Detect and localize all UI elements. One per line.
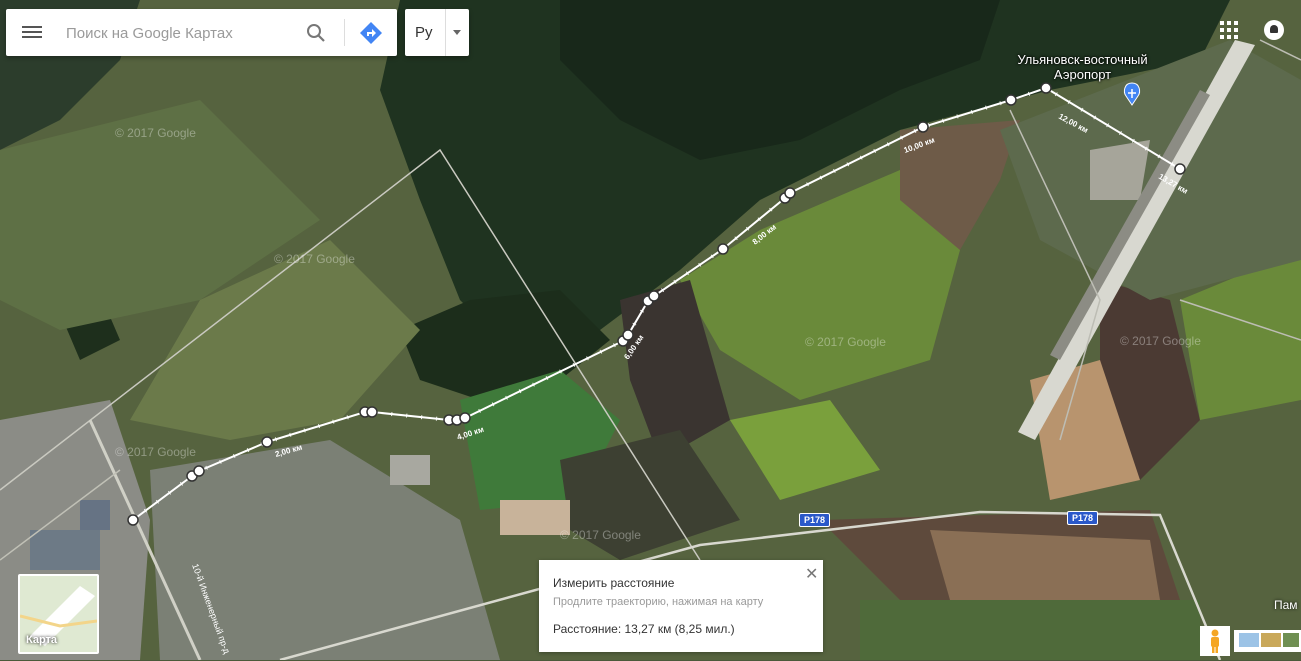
search-box xyxy=(6,9,397,56)
apps-grid-icon[interactable] xyxy=(1220,21,1238,39)
measure-hint: Продлите траекторию, нажимая на карту xyxy=(553,596,764,608)
airport-label[interactable]: Ульяновск-восточный Аэропорт xyxy=(1000,52,1165,82)
map-type-toggle[interactable]: Карта xyxy=(18,574,99,654)
watermark: © 2017 Google xyxy=(805,335,886,349)
street-view-pegman-icon[interactable] xyxy=(1200,626,1230,656)
airport-type: Аэропорт xyxy=(1053,67,1112,82)
imagery-thumb-icon[interactable] xyxy=(1239,633,1259,647)
watermark: © 2017 Google xyxy=(115,445,196,459)
road-badge: P178 xyxy=(799,513,831,527)
imagery-thumb-icon[interactable] xyxy=(1283,633,1299,647)
airport-name: Ульяновск-восточный xyxy=(1017,52,1148,67)
separator xyxy=(445,9,446,56)
directions-icon[interactable] xyxy=(359,21,383,45)
imagery-layers-strip[interactable] xyxy=(1234,630,1301,652)
close-icon[interactable]: ✕ xyxy=(805,564,818,584)
road-badge: P178 xyxy=(1067,511,1099,525)
language-label: Ру xyxy=(415,24,433,41)
imagery-thumb-icon[interactable] xyxy=(1261,633,1281,647)
separator xyxy=(344,19,345,46)
measure-distance-card: Измерить расстояние Продлите траекторию,… xyxy=(539,560,823,652)
menu-icon[interactable] xyxy=(22,23,42,41)
watermark: © 2017 Google xyxy=(115,126,196,140)
language-selector[interactable]: Ру xyxy=(405,9,469,56)
notifications-icon[interactable] xyxy=(1264,20,1284,40)
measure-title: Измерить расстояние xyxy=(553,576,675,590)
watermark: © 2017 Google xyxy=(1120,334,1201,348)
place-label: Пам xyxy=(1274,598,1298,612)
map-type-label: Карта xyxy=(26,634,58,646)
search-icon[interactable] xyxy=(304,21,328,45)
watermark: © 2017 Google xyxy=(560,528,641,542)
watermark: © 2017 Google xyxy=(274,252,355,266)
chevron-down-icon[interactable] xyxy=(453,30,461,35)
search-input[interactable] xyxy=(64,21,298,45)
measure-total-distance: Расстояние: 13,27 км (8,25 мил.) xyxy=(553,622,735,636)
